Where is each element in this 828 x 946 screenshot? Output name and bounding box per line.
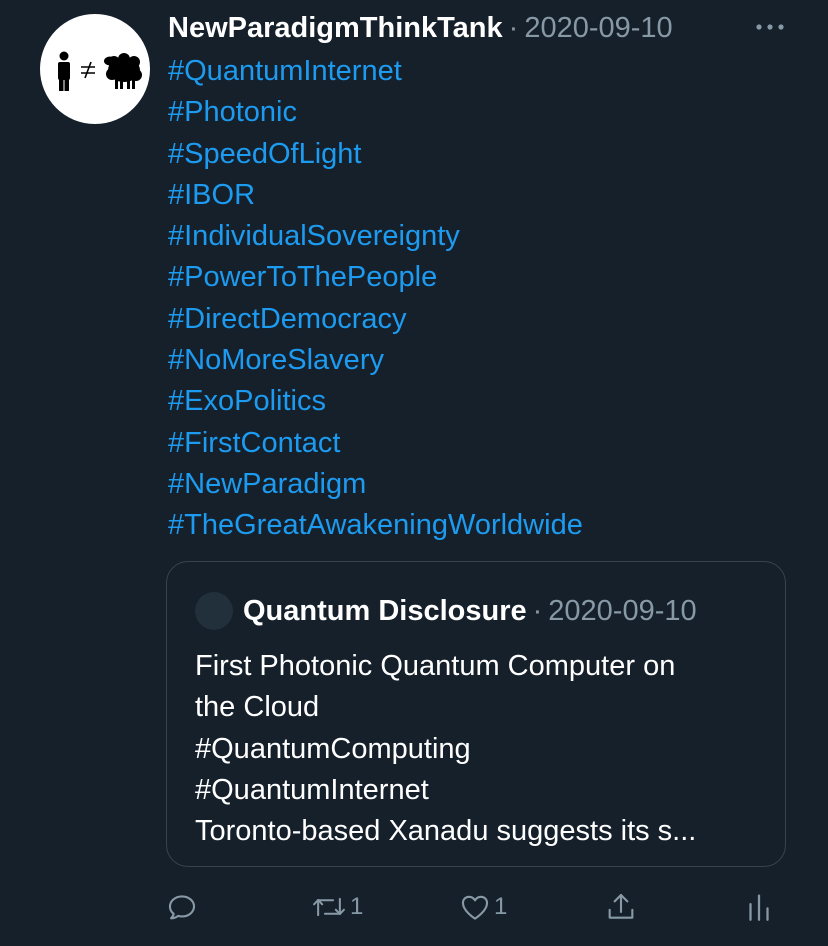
hashtag-link[interactable]: #TheGreatAwakeningWorldwide: [168, 505, 583, 546]
quoted-text-line: the Cloud: [195, 691, 320, 724]
more-options-button[interactable]: [750, 12, 790, 42]
quoted-date: 2020-09-10: [548, 594, 697, 627]
share-button[interactable]: [604, 884, 638, 930]
hashtag-link[interactable]: #PowerToThePeople: [168, 257, 583, 298]
more-icon: [756, 24, 784, 30]
share-icon: [608, 893, 634, 919]
analytics-icon: [749, 894, 769, 921]
tweet-body: #QuantumInternet #Photonic #SpeedOfLight…: [168, 51, 583, 547]
retweet-count: 1: [350, 893, 364, 920]
hashtag-link[interactable]: #FirstContact: [168, 423, 583, 464]
hashtag-link[interactable]: #ExoPolitics: [168, 381, 583, 422]
quoted-text-line: First Photonic Quantum Computer on: [195, 650, 676, 682]
hashtag-link[interactable]: #Photonic: [168, 92, 583, 133]
analytics-button[interactable]: [744, 884, 774, 930]
quoted-avatar: [195, 592, 233, 630]
hashtag-link[interactable]: #DirectDemocracy: [168, 299, 583, 340]
separator-dot: ·: [532, 594, 543, 627]
tweet-date[interactable]: 2020-09-10: [524, 12, 672, 45]
hashtag-link[interactable]: #SpeedOfLight: [168, 134, 583, 175]
hashtag-link[interactable]: #NewParadigm: [168, 464, 583, 505]
tweet-header: NewParadigmThinkTank · 2020-09-10: [168, 8, 673, 48]
quoted-tweet-card[interactable]: Quantum Disclosure · 2020-09-10 First Ph…: [166, 561, 786, 867]
separator-dot: ·: [508, 11, 519, 44]
hashtag-link[interactable]: #IBOR: [168, 175, 583, 216]
like-count: 1: [494, 893, 508, 920]
quoted-text: First Photonic Quantum Computer on the C…: [195, 646, 765, 852]
author-name[interactable]: NewParadigmThinkTank: [168, 12, 503, 45]
like-button[interactable]: 1: [458, 884, 507, 930]
hashtag-link[interactable]: #NoMoreSlavery: [168, 340, 583, 381]
reply-button[interactable]: [165, 884, 199, 930]
avatar[interactable]: [40, 14, 150, 124]
quoted-header: Quantum Disclosure · 2020-09-10: [243, 590, 697, 632]
action-bar: 1 1: [160, 884, 800, 930]
quoted-text-line: #QuantumComputing: [195, 732, 471, 765]
reply-icon: [168, 895, 196, 920]
quoted-text-line: #QuantumInternet: [195, 773, 429, 806]
quoted-text-line: Toronto-based Xanadu suggests its s...: [195, 815, 697, 848]
hashtag-link[interactable]: #QuantumInternet: [168, 51, 583, 92]
quoted-author-name: Quantum Disclosure: [243, 594, 527, 627]
person-not-equal-sheep-icon: [58, 51, 142, 91]
retweet-button[interactable]: 1: [310, 884, 363, 930]
heart-icon: [461, 895, 489, 920]
hashtag-link[interactable]: #IndividualSovereignty: [168, 216, 583, 257]
retweet-icon: [313, 897, 345, 917]
